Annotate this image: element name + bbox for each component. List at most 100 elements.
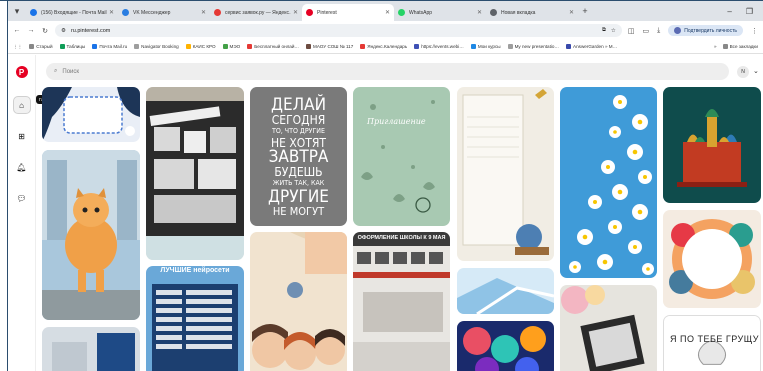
tab-vk[interactable]: VK Мессенджер ✕ [118,4,210,21]
sidepanel-icon[interactable]: ▭ [642,27,649,35]
messages-icon[interactable]: 💬︎ [13,189,31,207]
bookmark-item[interactable]: AnswerGarden » M… [566,44,617,49]
quote-line: ДЕЛАЙ [270,95,327,115]
bookmark-item[interactable]: Почта Mail.ru [92,44,127,49]
home-icon[interactable]: ⌂ [12,96,31,114]
pin-image [353,87,450,226]
menu-dots-icon[interactable]: ⋮ [751,27,758,35]
bookmark-label: КАИС КРО [192,44,216,49]
bookmark-label: Navigator Booking [141,44,179,49]
quote-line: НЕ МОГУТ [272,205,325,218]
tab-label: WhatsApp [409,9,433,16]
extensions-icon[interactable]: ◫ [628,27,635,35]
bookmark-item[interactable]: КАИС КРО [185,44,216,49]
pin-card[interactable] [457,268,554,314]
tab-menu-icon[interactable]: ▾ [8,2,26,20]
download-icon[interactable]: ⤓ [657,27,660,35]
navigator-icon [134,44,140,49]
quote-line: ТО, ЧТО ДРУГИЕ [271,127,325,135]
address-bar[interactable]: ⚙ ru.pinterest.com ⧉ ☆ [55,24,622,37]
tab-label: (156) Входящие - Почта Mail [41,9,107,16]
new-tab-plus-icon[interactable]: + [578,6,592,16]
tab-yandex[interactable]: сервис заявок.ру — Яндекс… ✕ [210,4,302,21]
search-input[interactable]: ⌕ Поиск [46,63,729,80]
close-icon[interactable]: ✕ [385,9,390,16]
pin-image [457,87,554,261]
bookmark-item[interactable]: https://events.webi… [414,44,464,49]
bookmark-item[interactable]: Яндекс.Календарь [360,44,407,49]
sheets-icon [59,44,65,49]
bookmark-item[interactable]: Navigator Booking [134,44,179,49]
close-icon[interactable]: ✕ [109,9,114,16]
pin-card[interactable] [42,327,140,371]
confirm-identity-label: Подтвердить личность [684,27,737,34]
chevron-down-icon[interactable]: ⌄ [753,67,759,75]
pinterest-logo-icon[interactable]: P [15,66,28,78]
translate-icon[interactable]: ⧉ [602,27,606,34]
more-bookmarks-icon[interactable]: » [714,44,717,49]
close-icon[interactable]: ✕ [201,9,206,16]
notifications-bell-icon[interactable]: 🔔︎ [13,158,31,176]
tab-new[interactable]: Новая вкладка ✕ [486,4,578,21]
bookmarks-bar: ⋮⋮ Старый Таблицы Почта Mail.ru Navigato… [8,40,763,54]
confirm-identity-button[interactable]: Подтвердить личность [668,25,743,36]
pin-card[interactable] [42,150,140,320]
pin-card[interactable]: ОФОРМЛЕНИЕ ШКОЛЫ К 9 МАЯ [353,232,450,371]
pin-card[interactable] [42,87,140,142]
bookmark-item[interactable]: МЭО [222,44,240,49]
school-banner-title: ОФОРМЛЕНИЕ ШКОЛЫ К 9 МАЯ [357,235,446,241]
bookmark-label: Таблицы [66,44,86,49]
tab-whatsapp[interactable]: WhatsApp ✕ [394,4,486,21]
tab-pinterest[interactable]: Pinterest ✕ [302,4,394,21]
pin-card[interactable] [457,321,554,371]
pin-card[interactable] [560,285,657,371]
reload-icon[interactable]: ↻ [41,27,49,35]
site-info-icon[interactable]: ⚙ [61,28,66,34]
pin-card[interactable]: ДЕЛАЙ СЕГОДНЯ ТО, ЧТО ДРУГИЕ НЕ ХОТЯТ ЗА… [250,87,347,226]
bookmark-star-icon[interactable]: ☆ [611,28,616,34]
bookmark-item[interactable]: МАОУ СОШ № 117 [306,44,353,49]
pin-card[interactable] [146,87,244,260]
bookmark-item[interactable]: Мои курсы [470,44,501,49]
bookmark-item[interactable]: Таблицы [59,44,86,49]
search-placeholder: Поиск [62,68,80,75]
bookmark-label: Мои курсы [477,44,501,49]
pin-card[interactable]: Я ПО ТЕБЕ ГРУЩУ [663,315,761,371]
pin-card[interactable]: ЛУЧШИЕ нейросети [146,266,244,371]
tab-label: VK Мессенджер [133,9,171,16]
pin-card[interactable] [457,87,554,261]
pin-image [663,210,761,308]
pin-card[interactable]: Приглашение [353,87,450,226]
mail-favicon-icon [30,9,37,16]
close-icon[interactable]: ✕ [293,9,298,16]
school-icon [306,44,312,49]
profile-avatar-icon [674,27,682,34]
pin-card[interactable] [663,87,761,203]
bookmark-label: Бесплатный онлай… [254,44,300,49]
bookmark-item[interactable]: Старый [29,44,53,49]
minimize-icon[interactable]: – [727,7,731,16]
avatar[interactable]: N [737,66,749,78]
bookmark-label: https://events.webi… [421,44,464,49]
pin-card[interactable] [560,87,657,278]
pin-card[interactable] [250,232,347,371]
apps-grid-icon[interactable]: ⋮⋮ [13,44,22,50]
pin-card[interactable] [663,210,761,308]
bookmark-item[interactable]: My new presentatio… [507,44,559,49]
courses-icon [470,44,476,49]
back-icon[interactable]: ← [13,27,21,34]
close-icon[interactable]: ✕ [477,9,482,16]
maximize-icon[interactable]: ❐ [746,7,753,16]
forward-icon[interactable]: → [27,27,35,34]
pin-image [42,327,140,371]
tab-mail[interactable]: (156) Входящие - Почта Mail ✕ [26,4,118,21]
bookmark-item[interactable]: Бесплатный онлай… [247,44,299,49]
close-icon[interactable]: ✕ [569,9,574,16]
pin-image [146,266,244,371]
vk-favicon-icon [122,9,129,16]
all-bookmarks[interactable]: Все закладки [722,44,758,49]
create-icon[interactable]: ⊞ [13,127,31,145]
pin-image [42,150,140,320]
tab-label: Pinterest [317,9,337,16]
yandex-favicon-icon [214,9,221,16]
